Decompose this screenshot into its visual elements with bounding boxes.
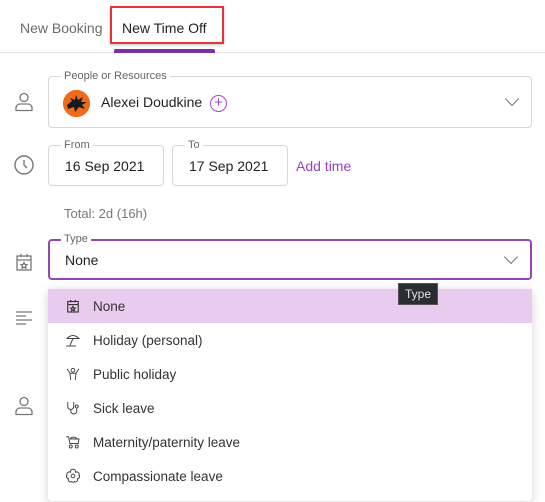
type-option-none[interactable]: None: [48, 289, 532, 323]
person-icon: [12, 394, 36, 418]
from-date-value: 16 Sep 2021: [65, 158, 145, 174]
tab-new-booking[interactable]: New Booking: [20, 20, 103, 36]
type-tooltip: Type: [398, 283, 439, 305]
people-field-label: People or Resources: [61, 69, 170, 83]
people-or-resources-select[interactable]: People or Resources Alexei Doudkine +: [48, 69, 532, 128]
total-duration: Total: 2d (16h): [64, 206, 148, 221]
type-dropdown-menu: None Holiday (personal) Public holiday S…: [48, 289, 532, 501]
celebrating-person-icon: [64, 365, 82, 383]
notes-icon: [12, 306, 36, 330]
type-option-compassionate-leave[interactable]: Compassionate leave: [48, 459, 532, 493]
pram-icon: [64, 433, 82, 451]
chevron-down-icon[interactable]: [503, 249, 519, 264]
selected-person-name: Alexei Doudkine: [101, 94, 203, 110]
type-field-label: Type: [61, 232, 91, 246]
type-selected-value: None: [65, 252, 99, 268]
from-date-field[interactable]: From 16 Sep 2021: [48, 138, 164, 186]
add-time-link[interactable]: Add time: [296, 158, 351, 174]
type-option-sick-leave[interactable]: Sick leave: [48, 391, 532, 425]
beach-umbrella-icon: [64, 331, 82, 349]
active-tab-indicator: [114, 49, 215, 53]
tab-new-time-off[interactable]: New Time Off: [122, 20, 207, 36]
to-label: To: [185, 138, 203, 152]
option-label: None: [93, 298, 126, 314]
flower-icon: [64, 467, 82, 485]
option-label: Compassionate leave: [93, 468, 223, 484]
plus-circle-icon[interactable]: +: [210, 95, 227, 112]
option-label: Holiday (personal): [93, 332, 203, 348]
calendar-star-icon: [64, 297, 82, 315]
to-date-value: 17 Sep 2021: [189, 158, 269, 174]
option-label: Public holiday: [93, 366, 177, 382]
person-icon: [12, 90, 36, 114]
option-label: Sick leave: [93, 400, 155, 416]
type-option-holiday-personal[interactable]: Holiday (personal): [48, 323, 532, 357]
type-select[interactable]: Type None: [48, 232, 532, 280]
tab-bar: New Booking New Time Off: [0, 0, 545, 53]
to-date-field[interactable]: To 17 Sep 2021: [172, 138, 288, 186]
from-label: From: [61, 138, 93, 152]
clock-icon: [12, 153, 36, 177]
stethoscope-icon: [64, 399, 82, 417]
calendar-star-icon: [12, 250, 36, 274]
option-label: Maternity/paternity leave: [93, 434, 241, 450]
type-option-public-holiday[interactable]: Public holiday: [48, 357, 532, 391]
chevron-down-icon[interactable]: [504, 91, 520, 107]
avatar: [63, 90, 90, 117]
type-option-maternity-paternity[interactable]: Maternity/paternity leave: [48, 425, 532, 459]
